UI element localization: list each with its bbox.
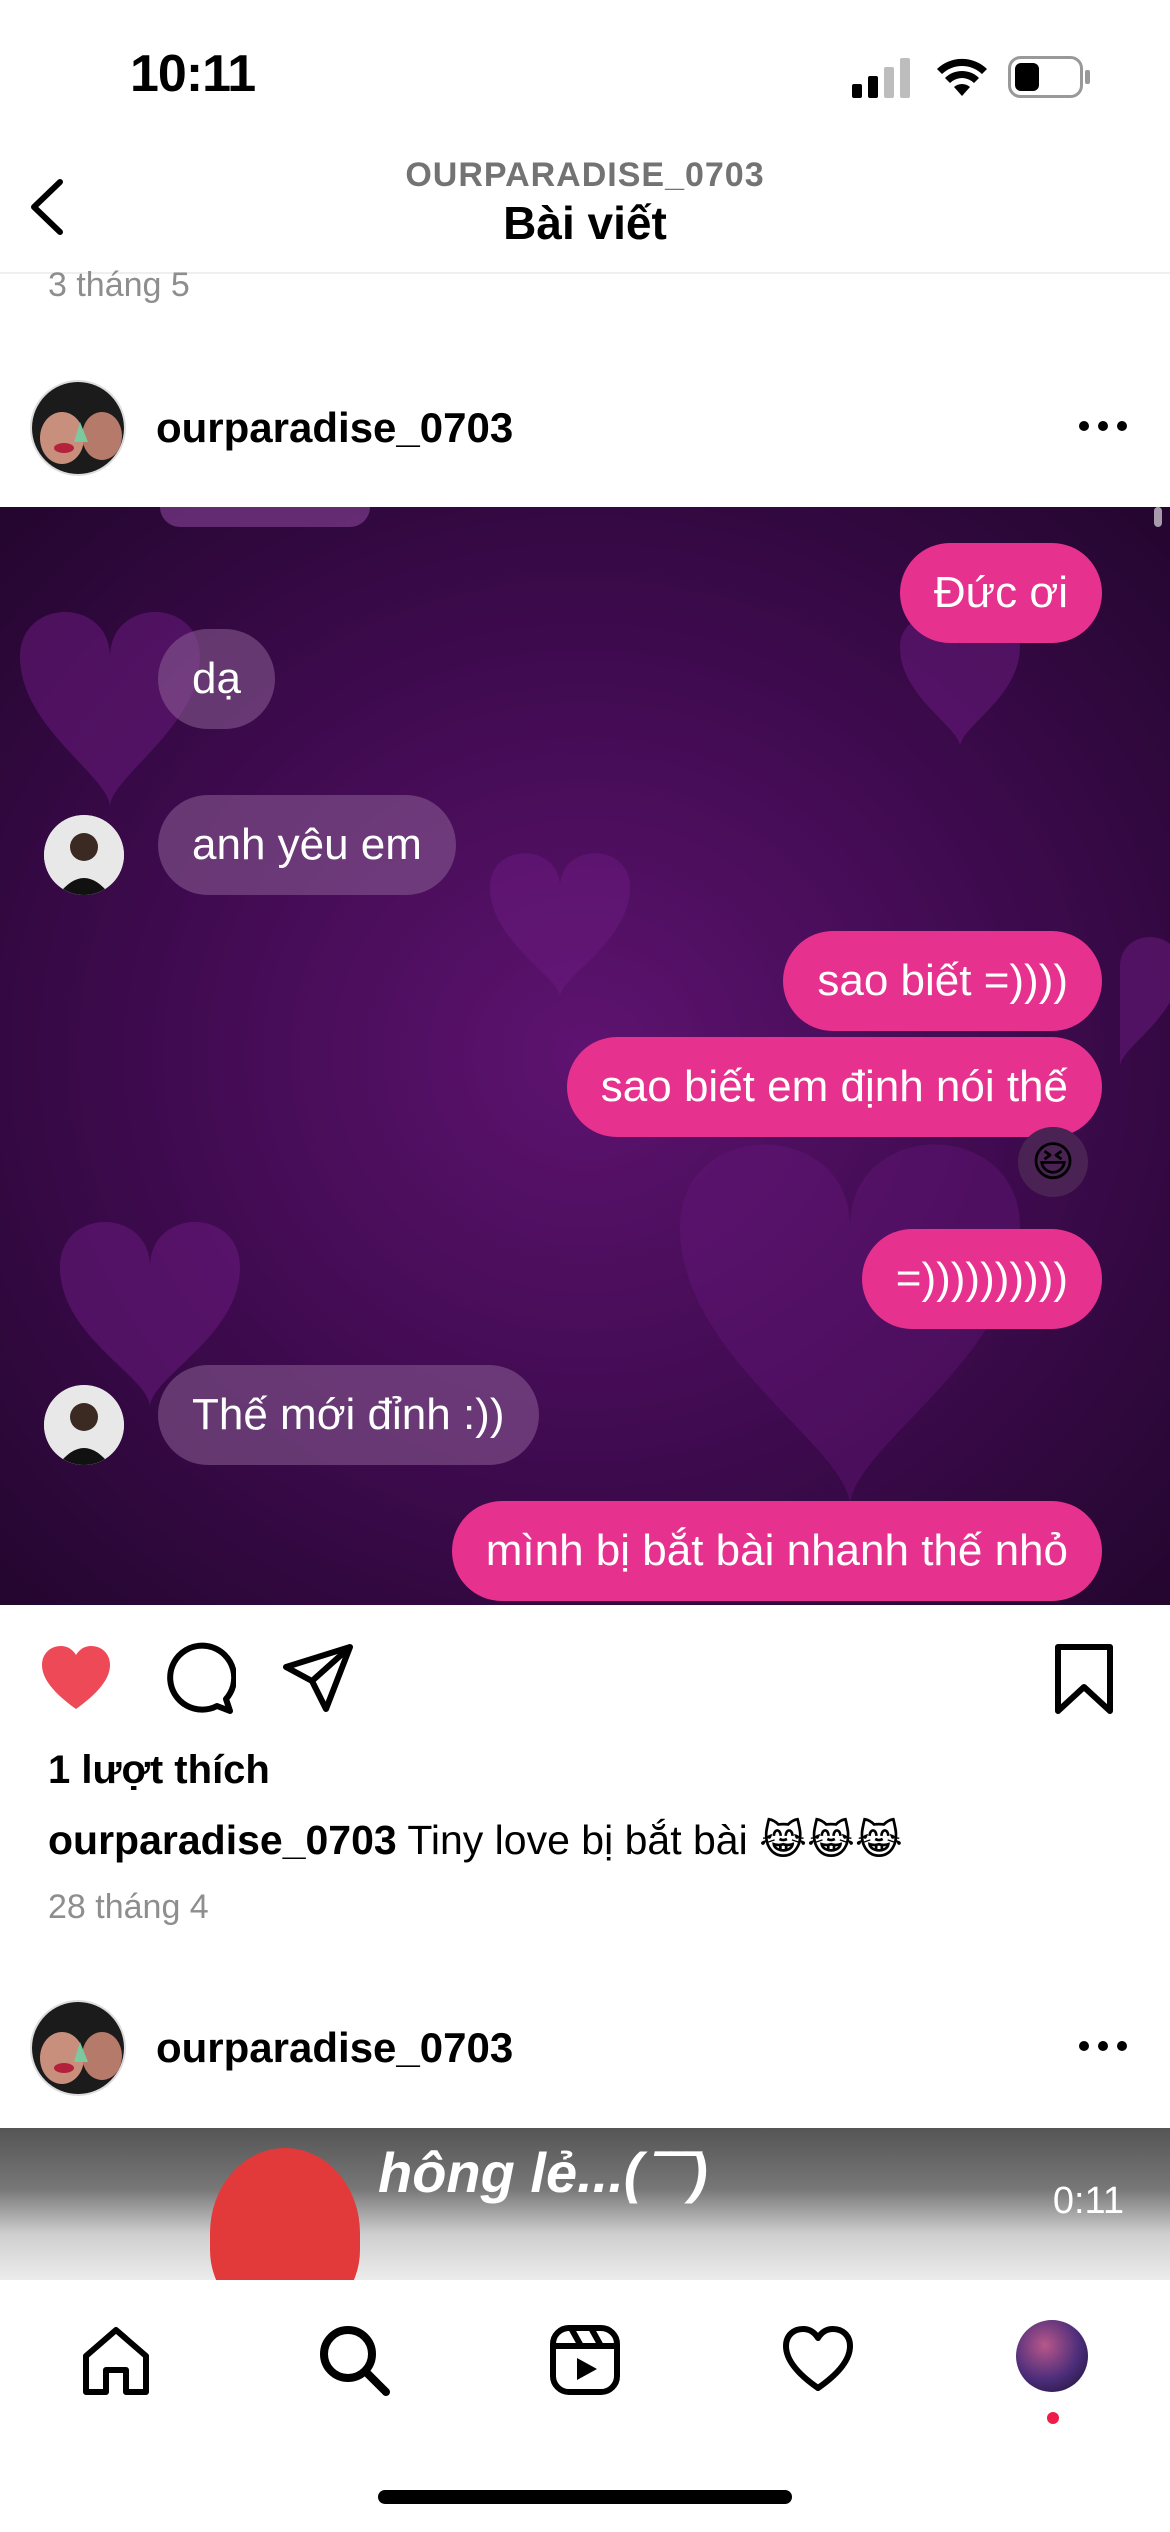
chat-partner-avatar bbox=[44, 815, 124, 895]
message-bubble-outgoing: sao biết em định nói thế bbox=[566, 1037, 1102, 1137]
header-username: OURPARADISE_0703 bbox=[405, 156, 765, 194]
heart-icon[interactable] bbox=[780, 2322, 856, 2398]
battery-icon bbox=[1008, 56, 1090, 98]
post-username[interactable]: ourparadise_0703 bbox=[156, 2024, 513, 2072]
message-bubble-incoming: Thế mới đỉnh :)) bbox=[158, 1365, 539, 1465]
wifi-icon bbox=[937, 58, 987, 96]
caption-text: Tiny love bị bắt bài 😹😹😹 bbox=[407, 1817, 903, 1863]
avatar[interactable] bbox=[30, 2000, 126, 2096]
post-header: ourparadise_0703 bbox=[0, 366, 1170, 486]
message-bubble-outgoing: sao biết =)))) bbox=[783, 931, 1102, 1031]
notification-dot bbox=[1047, 2412, 1059, 2424]
avatar-image bbox=[32, 2002, 124, 2094]
like-count[interactable]: 1 lượt thích bbox=[48, 1748, 270, 1793]
caption-username[interactable]: ourparadise_0703 bbox=[48, 1817, 397, 1863]
page-title: Bài viết bbox=[503, 197, 667, 249]
like-heart-icon[interactable] bbox=[38, 1641, 114, 1717]
message-bubble-outgoing: =)))))))))) bbox=[861, 1229, 1102, 1329]
status-bar: 10:11 bbox=[0, 0, 1170, 150]
comment-icon[interactable] bbox=[160, 1641, 236, 1717]
search-icon[interactable] bbox=[316, 2322, 392, 2398]
more-options-icon[interactable] bbox=[1078, 2038, 1128, 2054]
share-icon[interactable] bbox=[280, 1641, 356, 1717]
avatar[interactable] bbox=[30, 380, 126, 476]
post-actions bbox=[0, 1605, 1170, 1745]
home-indicator[interactable] bbox=[378, 2490, 792, 2504]
video-thumbnail-shape bbox=[210, 2148, 360, 2280]
message-bubble-outgoing: mình bị bắt bài nhanh thế nhỏ bbox=[451, 1501, 1102, 1601]
reels-icon[interactable] bbox=[547, 2322, 623, 2398]
video-duration: 0:11 bbox=[1052, 2180, 1124, 2222]
page-header: OURPARADISE_0703 Bài viết bbox=[0, 150, 1170, 274]
message-bubble-incoming: anh yêu em bbox=[158, 795, 456, 895]
more-options-icon[interactable] bbox=[1078, 418, 1128, 434]
post-image-chat[interactable]: Đức ơi dạ anh yêu em sao biết =)))) sao … bbox=[0, 507, 1170, 1605]
home-icon[interactable] bbox=[78, 2322, 154, 2398]
message-reaction-emoji: 😆 bbox=[1018, 1127, 1088, 1197]
message-bubble-incoming: dạ bbox=[158, 629, 275, 729]
post-username[interactable]: ourparadise_0703 bbox=[156, 404, 513, 452]
video-overlay-text: hông lẻ...( ̄ ̄ ̄) bbox=[378, 2141, 708, 2204]
post-caption: ourparadise_0703 Tiny love bị bắt bài 😹😹… bbox=[48, 1816, 903, 1864]
chat-partner-avatar bbox=[44, 1385, 124, 1465]
image-scroll-indicator bbox=[1154, 507, 1162, 527]
next-post-header: ourparadise_0703 bbox=[0, 1986, 1170, 2106]
message-bubble-outgoing: Đức ơi bbox=[899, 543, 1102, 643]
next-post-video[interactable]: hông lẻ...( ̄ ̄ ̄) 0:11 bbox=[0, 2128, 1170, 2280]
avatar-image bbox=[32, 382, 124, 474]
post-date: 28 tháng 4 bbox=[48, 1888, 209, 1926]
profile-avatar[interactable] bbox=[1016, 2320, 1088, 2392]
save-bookmark-icon[interactable] bbox=[1046, 1641, 1122, 1717]
status-time: 10:11 bbox=[130, 45, 256, 103]
previous-post-date: 3 tháng 5 bbox=[48, 266, 190, 304]
cellular-signal-icon bbox=[852, 58, 910, 98]
